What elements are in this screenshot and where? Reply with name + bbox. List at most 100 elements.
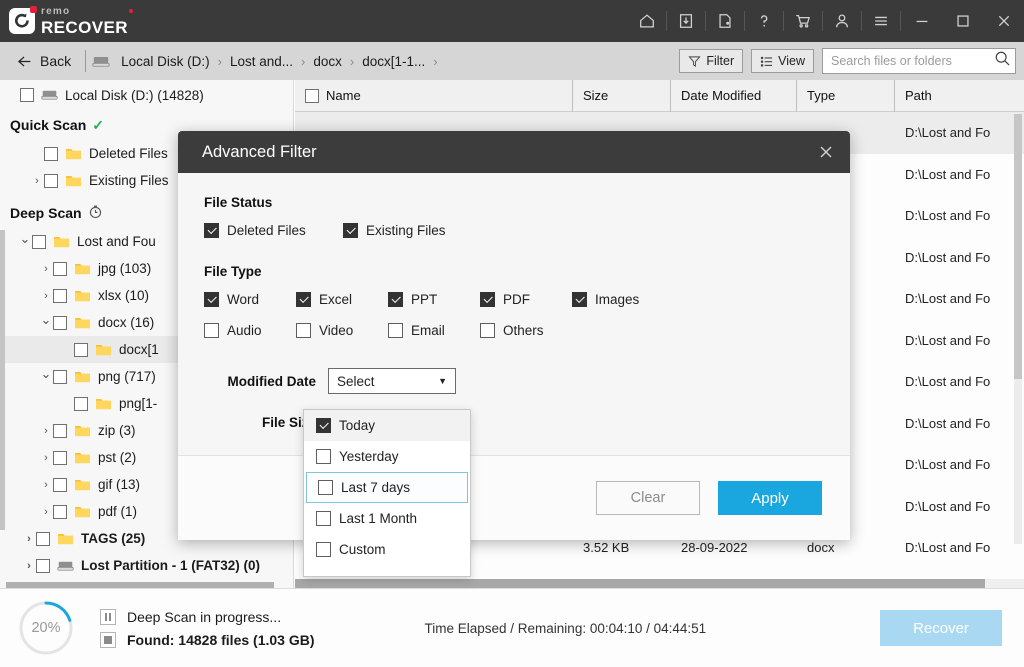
recover-button[interactable]: Recover [880,610,1002,646]
checkbox[interactable] [388,292,403,307]
column-header-path[interactable]: Path [895,80,1013,112]
checkbox[interactable] [318,480,333,495]
search-input[interactable] [831,54,994,68]
modified-date-dropdown[interactable]: Today Yesterday Last 7 days Last 1 Month Cus… [303,409,471,577]
dropdown-option-last-1-month[interactable]: Last 1 Month [304,503,470,534]
chevron-right-icon[interactable]: › [39,506,53,518]
chevron-right-icon[interactable]: › [30,175,44,187]
column-header-name[interactable]: Name [295,80,573,112]
chevron-right-icon[interactable]: › [39,263,53,275]
chevron-down-icon[interactable]: ⌄ [39,366,53,382]
clear-button[interactable]: Clear [596,481,700,515]
minimize-button[interactable] [901,0,942,42]
save-session-icon[interactable] [667,0,705,42]
chevron-right-icon[interactable]: › [22,560,36,572]
search-box[interactable] [822,48,1016,74]
checkbox[interactable] [53,369,67,384]
file-status-option-existing-files[interactable]: Existing Files [343,223,482,238]
checkbox[interactable] [53,315,67,330]
select-all-checkbox[interactable] [305,88,319,103]
breadcrumb-item-3[interactable]: docx[1-1... [357,54,430,69]
dropdown-option-today[interactable]: Today [304,410,470,441]
search-icon[interactable] [994,50,1011,72]
checkbox[interactable] [296,292,311,307]
checkbox[interactable] [53,261,67,276]
checkbox[interactable] [36,531,50,546]
checkbox[interactable] [53,504,67,519]
checkbox[interactable] [53,450,67,465]
checkbox[interactable] [53,423,67,438]
checkbox[interactable] [572,292,587,307]
checkbox[interactable] [44,146,58,161]
checkbox[interactable] [343,223,358,238]
checkbox[interactable] [316,511,331,526]
checkbox[interactable] [480,292,495,307]
column-header-type[interactable]: Type [797,80,895,112]
checkbox[interactable] [74,342,88,357]
file-type-option-others[interactable]: Others [480,323,572,338]
checkbox[interactable] [204,223,219,238]
checkbox[interactable] [296,323,311,338]
checkbox[interactable] [53,288,67,303]
checkbox[interactable] [204,292,219,307]
modified-date-select[interactable]: Select ▼ [328,368,456,394]
file-type-option-pdf[interactable]: PDF [480,292,572,307]
file-type-option-email[interactable]: Email [388,323,480,338]
file-type-option-word[interactable]: Word [204,292,296,307]
chevron-down-icon[interactable]: ⌄ [39,312,53,328]
checkbox[interactable] [204,323,219,338]
checkbox[interactable] [316,418,331,433]
dropdown-option-last-7-days[interactable]: Last 7 days [306,472,468,503]
cart-icon[interactable] [784,0,822,42]
column-header-size[interactable]: Size [573,80,671,112]
tree-item-tail-1[interactable]: › Lost Partition - 1 (FAT32) (0) [0,552,293,579]
checkbox[interactable] [74,396,88,411]
tree-item-root[interactable]: Local Disk (D:) (14828) [0,80,293,110]
close-icon[interactable] [816,142,836,162]
chevron-right-icon[interactable]: › [39,425,53,437]
account-icon[interactable] [823,0,861,42]
pause-button[interactable] [100,608,116,625]
checkbox[interactable] [20,88,34,102]
checkbox[interactable] [316,542,331,557]
chevron-right-icon[interactable]: › [39,479,53,491]
file-type-option-images[interactable]: Images [572,292,664,307]
breadcrumb-item-1[interactable]: Lost and... [225,54,298,69]
chevron-down-icon[interactable]: ⌄ [18,231,32,247]
breadcrumb-item-2[interactable]: docx [308,54,347,69]
breadcrumb-item-0[interactable]: Local Disk (D:) [116,54,215,69]
checkbox[interactable] [388,323,403,338]
open-session-icon[interactable] [706,0,744,42]
stop-button[interactable] [100,631,116,648]
checkbox[interactable] [44,173,58,188]
file-type-option-audio[interactable]: Audio [204,323,296,338]
sidebar-vertical-scrollbar[interactable] [0,230,5,530]
file-type-option-excel[interactable]: Excel [296,292,388,307]
view-button[interactable]: View [751,49,814,73]
checkbox[interactable] [36,558,50,573]
chevron-right-icon[interactable]: › [39,452,53,464]
checkbox[interactable] [53,477,67,492]
filter-button[interactable]: Filter [679,49,744,73]
file-list-hscrollbar-thumb[interactable] [295,579,985,588]
menu-icon[interactable] [862,0,900,42]
home-icon[interactable] [628,0,666,42]
file-list-scrollbar-thumb[interactable] [1014,114,1022,379]
dropdown-option-custom[interactable]: Custom [304,534,470,565]
file-status-option-deleted-files[interactable]: Deleted Files [204,223,343,238]
close-button[interactable] [983,0,1024,42]
help-icon[interactable] [745,0,783,42]
checkbox[interactable] [480,323,495,338]
chevron-right-icon[interactable]: › [39,290,53,302]
app-window: remo RECOVER Back Local Disk (D:) › Lost… [0,0,1024,667]
checkbox[interactable] [316,449,331,464]
checkbox[interactable] [32,234,46,249]
chevron-right-icon[interactable]: › [22,533,36,545]
back-button[interactable]: Back [8,53,79,69]
maximize-button[interactable] [942,0,983,42]
dropdown-option-yesterday[interactable]: Yesterday [304,441,470,472]
column-header-date-modified[interactable]: Date Modified [671,80,797,112]
apply-button[interactable]: Apply [718,481,822,515]
file-type-option-video[interactable]: Video [296,323,388,338]
file-type-option-ppt[interactable]: PPT [388,292,480,307]
